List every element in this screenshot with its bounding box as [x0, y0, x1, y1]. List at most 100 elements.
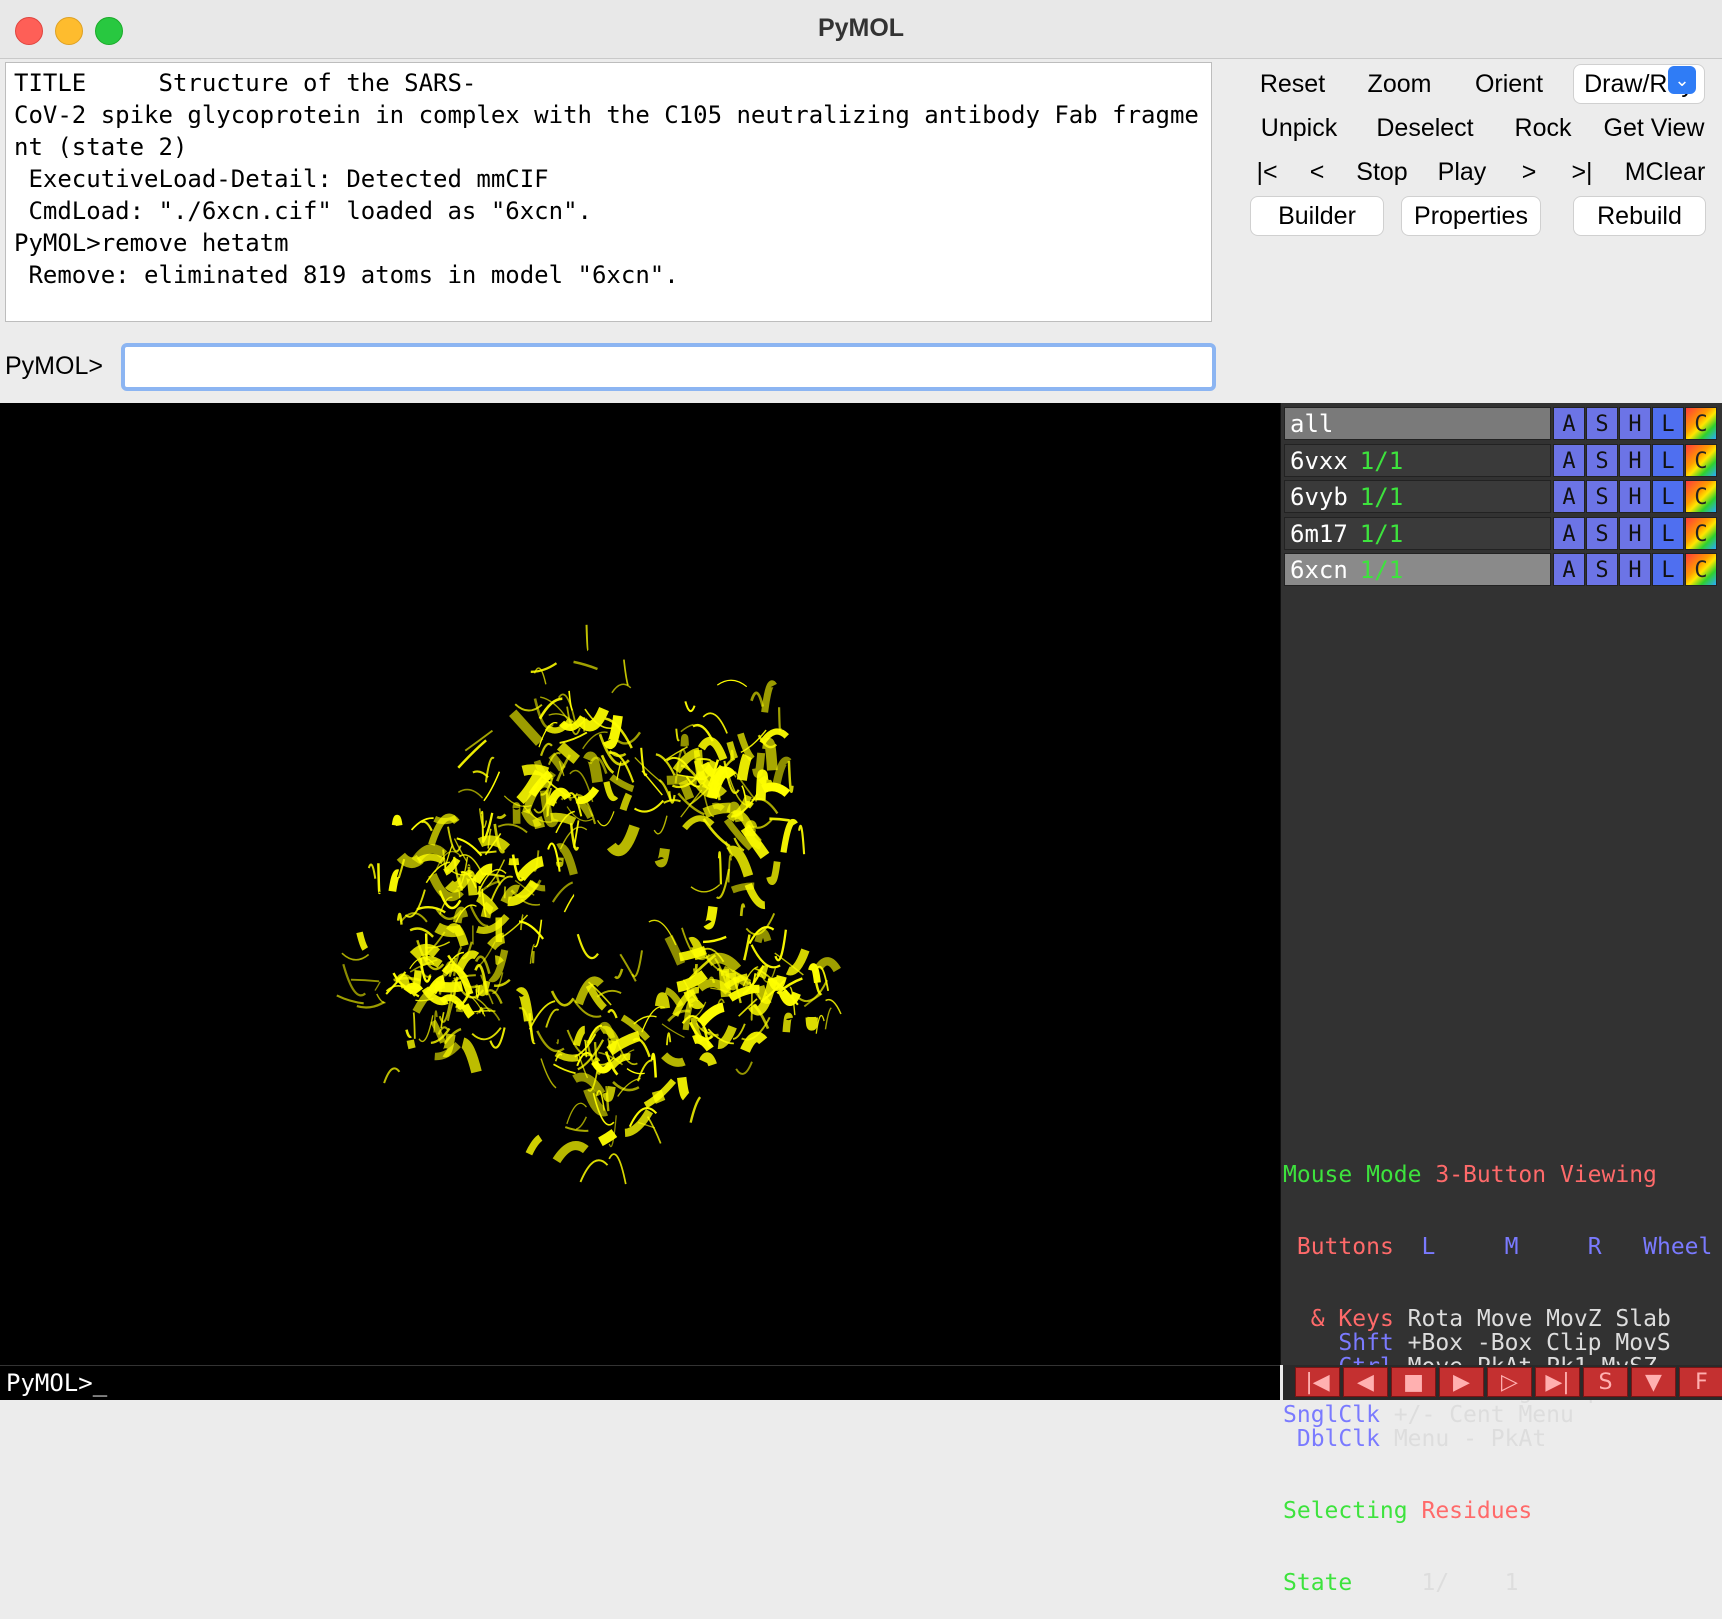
ribbon-segment — [377, 994, 386, 1003]
object-a-button[interactable]: A — [1553, 407, 1585, 440]
ribbon-segment — [576, 1117, 586, 1129]
ribbon-segment — [642, 1007, 665, 1032]
next-frame-button[interactable]: ▷ — [1487, 1367, 1532, 1397]
back-button[interactable]: < — [1300, 152, 1334, 192]
reset-button[interactable]: Reset — [1250, 64, 1335, 104]
object-c-button[interactable]: C — [1685, 407, 1717, 440]
ribbon-segment — [760, 970, 767, 977]
ribbon-segment — [685, 701, 694, 711]
object-l-button[interactable]: L — [1652, 407, 1684, 440]
mclear-button[interactable]: MClear — [1612, 152, 1718, 192]
stop-button[interactable]: Stop — [1350, 152, 1414, 192]
object-name[interactable]: 6vyb1/1 — [1284, 480, 1551, 513]
ribbon-segment — [405, 890, 425, 917]
command-input[interactable] — [121, 343, 1216, 391]
ribbon-segment — [459, 954, 477, 969]
viewer-command-line[interactable]: PyMOL>_ — [0, 1365, 1280, 1400]
ribbon-segment — [819, 961, 838, 970]
object-a-button[interactable]: A — [1553, 517, 1585, 550]
ribbon-segment — [459, 892, 460, 899]
ribbon-segment — [648, 1117, 661, 1144]
end-button[interactable]: >| — [1563, 152, 1601, 192]
object-h-button[interactable]: H — [1619, 407, 1651, 440]
object-a-button[interactable]: A — [1553, 553, 1585, 586]
object-h-button[interactable]: H — [1619, 517, 1651, 550]
ribbon-segment — [786, 1016, 789, 1032]
log-line: TITLE Structure of the SARS- — [14, 67, 1203, 99]
get-view-button[interactable]: Get View — [1592, 108, 1716, 148]
ribbon-segment — [556, 1146, 585, 1161]
mouse-action: Menu — [1394, 1426, 1449, 1452]
ribbon-segment — [719, 852, 721, 884]
object-name[interactable]: 6m171/1 — [1284, 517, 1551, 550]
mouse-action: Menu — [1518, 1402, 1573, 1428]
object-name[interactable]: 6xcn1/1 — [1284, 553, 1551, 586]
object-c-button[interactable]: C — [1685, 517, 1717, 550]
forward-button[interactable]: > — [1512, 152, 1546, 192]
object-h-button[interactable]: H — [1619, 444, 1651, 477]
deselect-button[interactable]: Deselect — [1365, 108, 1485, 148]
ribbon-segment — [775, 930, 785, 961]
rock-button[interactable]: Rock — [1503, 108, 1583, 148]
ribbon-segment — [360, 932, 366, 949]
ribbon-segment — [546, 1010, 558, 1028]
object-row-6m17[interactable]: 6m171/1ASHLC — [1284, 517, 1722, 550]
chevron-down-icon[interactable]: ⌄ — [1668, 66, 1696, 94]
ribbon-segment — [437, 927, 462, 931]
object-h-button[interactable]: H — [1619, 553, 1651, 586]
play-button[interactable]: ▶ — [1439, 1367, 1484, 1397]
ribbon-segment — [799, 826, 804, 854]
unpick-button[interactable]: Unpick — [1250, 108, 1348, 148]
ribbon-segment — [473, 1011, 495, 1012]
object-row-6vyb[interactable]: 6vyb1/1ASHLC — [1284, 480, 1722, 513]
last-frame-button[interactable]: ▶| — [1535, 1367, 1580, 1397]
ribbon-segment — [505, 887, 506, 899]
command-prompt-label: PyMOL> — [5, 352, 103, 381]
mouse-action: Slab — [1615, 1306, 1670, 1332]
properties-button[interactable]: Properties — [1401, 196, 1541, 236]
object-s-button[interactable]: S — [1586, 480, 1618, 513]
object-l-button[interactable]: L — [1652, 480, 1684, 513]
fullscreen-button[interactable]: F — [1679, 1367, 1722, 1397]
object-s-button[interactable]: S — [1586, 407, 1618, 440]
ribbon-segment — [472, 1028, 501, 1040]
object-h-button[interactable]: H — [1619, 480, 1651, 513]
builder-button[interactable]: Builder — [1250, 196, 1384, 236]
object-s-button[interactable]: S — [1586, 553, 1618, 586]
ribbon-segment — [457, 911, 464, 923]
ribbon-segment — [410, 928, 433, 936]
object-a-button[interactable]: A — [1553, 480, 1585, 513]
zoom-button[interactable]: Zoom — [1357, 64, 1442, 104]
rebuild-button[interactable]: Rebuild — [1573, 196, 1706, 236]
movie-player-bar: |◀◀■▶▷▶|S▼F — [1283, 1365, 1722, 1400]
object-c-button[interactable]: C — [1685, 480, 1717, 513]
stop-button[interactable]: ■ — [1391, 1367, 1436, 1397]
first-frame-button[interactable]: |◀ — [1295, 1367, 1340, 1397]
rewind-button[interactable]: |< — [1250, 152, 1284, 192]
object-l-button[interactable]: L — [1652, 553, 1684, 586]
orient-button[interactable]: Orient — [1463, 64, 1555, 104]
ribbon-segment — [612, 684, 631, 693]
ribbon-segment — [552, 991, 574, 1005]
output-log[interactable]: TITLE Structure of the SARS- CoV-2 spike… — [5, 62, 1212, 322]
object-a-button[interactable]: A — [1553, 444, 1585, 477]
object-l-button[interactable]: L — [1652, 517, 1684, 550]
object-c-button[interactable]: C — [1685, 444, 1717, 477]
object-name[interactable]: all — [1284, 407, 1551, 440]
object-row-6xcn[interactable]: 6xcn1/1ASHLC — [1284, 553, 1722, 586]
object-l-button[interactable]: L — [1652, 444, 1684, 477]
object-s-button[interactable]: S — [1586, 517, 1618, 550]
prev-frame-button[interactable]: ◀ — [1343, 1367, 1388, 1397]
ribbon-segment — [392, 873, 398, 891]
object-c-button[interactable]: C — [1685, 553, 1717, 586]
object-name[interactable]: 6vxx1/1 — [1284, 444, 1551, 477]
ribbon-segment — [558, 847, 574, 874]
ribbon-segment — [652, 1054, 656, 1077]
3d-viewer[interactable] — [0, 403, 1280, 1365]
object-row-all[interactable]: allASHLC — [1284, 407, 1722, 440]
down-button[interactable]: ▼ — [1631, 1367, 1676, 1397]
play-button[interactable]: Play — [1430, 152, 1494, 192]
object-row-6vxx[interactable]: 6vxx1/1ASHLC — [1284, 444, 1722, 477]
object-s-button[interactable]: S — [1586, 444, 1618, 477]
scene-button[interactable]: S — [1583, 1367, 1628, 1397]
